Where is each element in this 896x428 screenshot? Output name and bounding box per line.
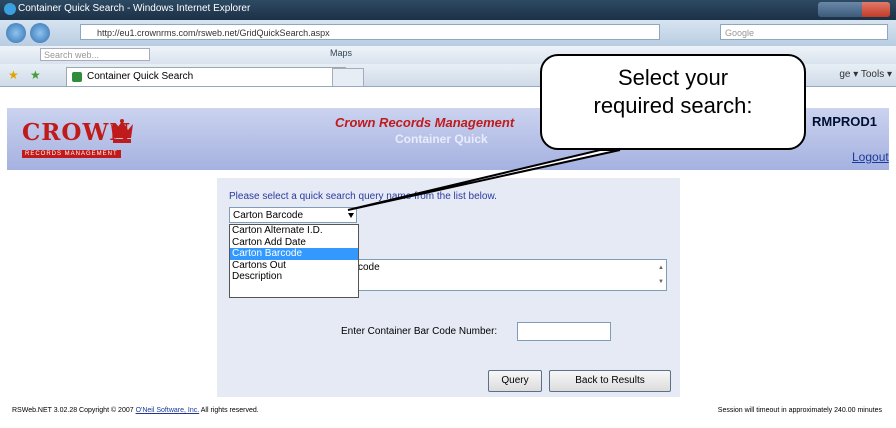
- logo-subtext: RECORDS MANAGEMENT: [22, 150, 121, 158]
- query-button[interactable]: Query: [488, 370, 542, 392]
- ie-icon: [4, 3, 16, 15]
- page-favicon: [72, 72, 82, 82]
- instruction-text: Please select a quick search query name …: [229, 191, 497, 202]
- copyright-suffix: All rights reserved.: [199, 407, 259, 414]
- description-scrollbar[interactable]: ▲ ▼: [657, 261, 665, 289]
- dropdown-option[interactable]: Carton Add Date: [230, 237, 358, 249]
- back-icon[interactable]: [6, 23, 26, 43]
- favorites-star-icon[interactable]: ★: [8, 68, 19, 82]
- dropdown-option[interactable]: Carton Alternate I.D.: [230, 225, 358, 237]
- company-link[interactable]: O'Neil Software, Inc.: [136, 407, 200, 414]
- dropdown-option[interactable]: Description: [230, 271, 358, 283]
- callout-line-1: Select your: [617, 65, 729, 90]
- window-title: Container Quick Search - Windows Interne…: [18, 3, 251, 14]
- logo-text: CROWN: [22, 119, 132, 146]
- page-title: Container Quick: [395, 132, 488, 146]
- callout-bubble: Select your required search:: [540, 54, 806, 150]
- barcode-label: Enter Container Bar Code Number:: [341, 326, 498, 337]
- new-tab-button[interactable]: [332, 68, 364, 86]
- dropdown-option[interactable]: Cartons Out: [230, 260, 358, 272]
- callout-line-2: required search:: [593, 93, 753, 118]
- crown-logo: CROWN RECORDS MANAGEMENT: [22, 119, 174, 163]
- tab-label: Container Quick Search: [87, 71, 194, 82]
- session-timeout: Session will timeout in approximately 24…: [717, 407, 882, 414]
- query-select-value: Carton Barcode: [233, 210, 304, 221]
- window-controls[interactable]: [818, 2, 890, 17]
- forward-icon[interactable]: [30, 23, 50, 43]
- chevron-down-icon[interactable]: [348, 213, 354, 218]
- barcode-input[interactable]: [517, 322, 611, 341]
- database-name: RMPROD1: [812, 114, 878, 129]
- url-input[interactable]: http://eu1.crownrms.com/rsweb.net/GridQu…: [80, 24, 660, 40]
- query-select[interactable]: Carton Barcode: [229, 207, 357, 223]
- maps-button[interactable]: Maps: [330, 48, 352, 58]
- window-titlebar: Container Quick Search - Windows Interne…: [0, 0, 896, 20]
- logout-link[interactable]: Logout: [852, 150, 889, 164]
- query-dropdown-list[interactable]: Carton Alternate I.D. Carton Add Date Ca…: [229, 224, 359, 298]
- back-to-results-button[interactable]: Back to Results: [549, 370, 671, 392]
- dropdown-option-selected[interactable]: Carton Barcode: [230, 248, 358, 260]
- crown-emblem-icon: [111, 119, 133, 143]
- web-search-input[interactable]: Search web...: [40, 48, 150, 61]
- close-icon[interactable]: [862, 2, 890, 17]
- tab-container-quick-search[interactable]: Container Quick Search: [66, 67, 346, 86]
- tools-menu[interactable]: ge ▾ Tools ▾: [839, 69, 892, 80]
- description-text: code: [358, 262, 380, 273]
- add-favorites-icon[interactable]: ★: [30, 68, 41, 82]
- address-bar: http://eu1.crownrms.com/rsweb.net/GridQu…: [0, 20, 896, 46]
- copyright-prefix: RSWeb.NET 3.02.28 Copyright © 2007: [12, 407, 136, 414]
- footer-copyright: RSWeb.NET 3.02.28 Copyright © 2007 O'Nei…: [12, 407, 259, 414]
- search-input[interactable]: Google: [720, 24, 888, 40]
